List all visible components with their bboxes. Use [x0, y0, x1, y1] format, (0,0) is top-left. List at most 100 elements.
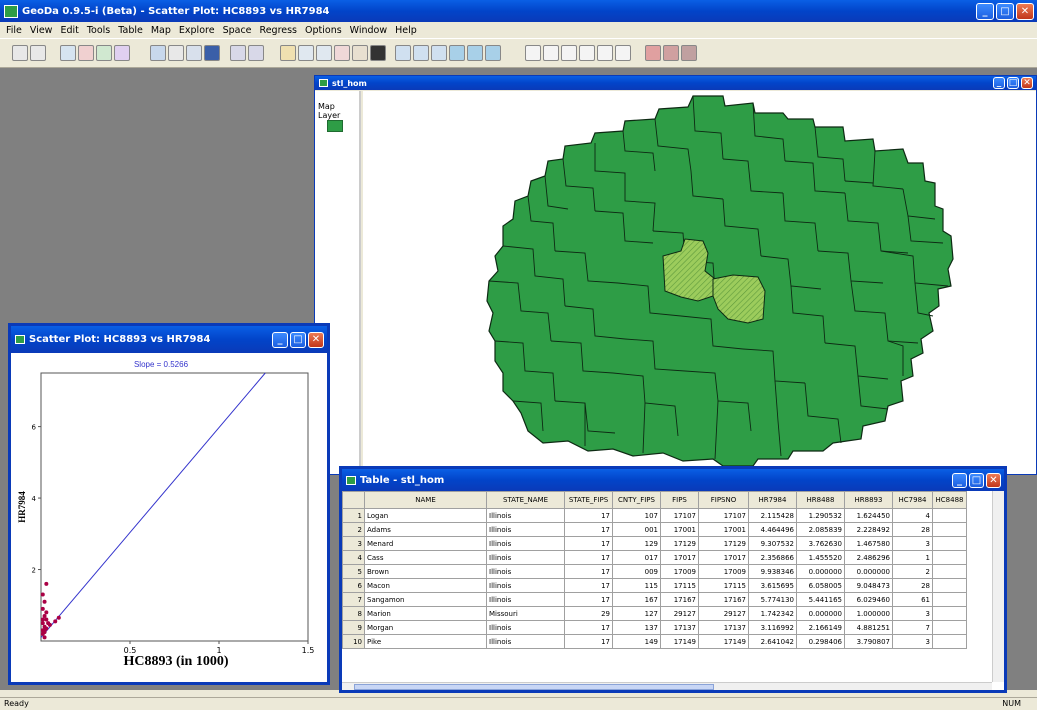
- menu-space[interactable]: Space: [223, 25, 252, 36]
- table-cell[interactable]: 17: [564, 536, 613, 551]
- column-header[interactable]: HC8488: [932, 491, 967, 509]
- table-cell[interactable]: Illinois: [486, 508, 565, 523]
- attribute-table-container[interactable]: NAME STATE_NAME STATE_FIPS CNTY_FIPS FIP…: [342, 491, 992, 682]
- table-cell[interactable]: 009: [612, 564, 661, 579]
- data-point[interactable]: [44, 617, 49, 622]
- table-cell[interactable]: 017: [612, 550, 661, 565]
- menu-tools[interactable]: Tools: [87, 25, 110, 36]
- data-point[interactable]: [53, 619, 58, 624]
- tool-icon-13[interactable]: [413, 45, 429, 61]
- tool-icon-2[interactable]: [96, 45, 112, 61]
- table-cell[interactable]: 2.166149: [796, 620, 845, 635]
- data-point[interactable]: [40, 592, 45, 597]
- menu-view[interactable]: View: [30, 25, 53, 36]
- table-cell[interactable]: 17137: [660, 620, 699, 635]
- map-window-title-bar[interactable]: stl_hom _ □ ✕: [315, 76, 1036, 90]
- table-cell[interactable]: [932, 564, 967, 579]
- county-map[interactable]: [363, 91, 1036, 474]
- open-project-icon[interactable]: [12, 45, 28, 61]
- table-cell[interactable]: 17017: [698, 550, 749, 565]
- table-cell[interactable]: 001: [612, 522, 661, 537]
- data-point[interactable]: [40, 606, 45, 611]
- table-cell[interactable]: 3: [892, 536, 933, 551]
- table-cell[interactable]: 3.615695: [748, 578, 797, 593]
- close-button[interactable]: ✕: [1016, 2, 1034, 20]
- table-cell[interactable]: Macon: [364, 578, 487, 593]
- scatter-plot-area[interactable]: Slope = 0.5266 0.5 1 1.5 6 4 2 HC8893 (in 10…: [11, 353, 327, 682]
- table-cell[interactable]: 17167: [660, 592, 699, 607]
- tool-icon-22[interactable]: [597, 45, 613, 61]
- data-point[interactable]: [42, 635, 47, 640]
- table-cell[interactable]: 17115: [660, 578, 699, 593]
- column-header[interactable]: STATE_NAME: [486, 491, 565, 509]
- table-cell[interactable]: 29: [564, 606, 613, 621]
- menu-edit[interactable]: Edit: [60, 25, 78, 36]
- table-cell[interactable]: 2.641042: [748, 634, 797, 649]
- scatter-icon[interactable]: [298, 45, 314, 61]
- table-icon[interactable]: [150, 45, 166, 61]
- weights-icon[interactable]: [60, 45, 76, 61]
- map-minimize-button[interactable]: _: [993, 77, 1005, 89]
- table-cell[interactable]: Illinois: [486, 536, 565, 551]
- table-cell[interactable]: 17107: [660, 508, 699, 523]
- table-cell[interactable]: [932, 508, 967, 523]
- table-cell[interactable]: 17: [564, 578, 613, 593]
- column-header[interactable]: STATE_FIPS: [564, 491, 613, 509]
- table-row[interactable]: 4 Cass Illinois 17 017 17017 17017 2.356866 1.45…: [342, 550, 967, 565]
- table-cell[interactable]: 2.486296: [844, 550, 893, 565]
- table-cell[interactable]: 137: [612, 620, 661, 635]
- table-cell[interactable]: 2.115428: [748, 508, 797, 523]
- table-cell[interactable]: 3.762630: [796, 536, 845, 551]
- tool-icon-3[interactable]: [114, 45, 130, 61]
- table-horizontal-scroll-thumb[interactable]: [354, 684, 714, 690]
- tool-icon-24[interactable]: [645, 45, 661, 61]
- table-cell[interactable]: 4.464496: [748, 522, 797, 537]
- close-project-icon[interactable]: [30, 45, 46, 61]
- table-cell[interactable]: Cass: [364, 550, 487, 565]
- table-cell[interactable]: 127: [612, 606, 661, 621]
- table-cell[interactable]: 1.624450: [844, 508, 893, 523]
- table-cell[interactable]: 9.048473: [844, 578, 893, 593]
- table-cell[interactable]: Pike: [364, 634, 487, 649]
- scatter-window-title-bar[interactable]: Scatter Plot: HC8893 vs HR7984 _ □ ✕: [11, 326, 327, 353]
- data-point[interactable]: [44, 581, 49, 586]
- table-cell[interactable]: 1.455520: [796, 550, 845, 565]
- table-cell[interactable]: 17149: [660, 634, 699, 649]
- table-cell[interactable]: 17129: [698, 536, 749, 551]
- table-body[interactable]: 1 Logan Illinois 17 107 17107 17107 2.115428 1.2…: [342, 508, 967, 649]
- table-cell[interactable]: 4: [892, 508, 933, 523]
- tool-icon-14[interactable]: [431, 45, 447, 61]
- tool-icon-18[interactable]: [525, 45, 541, 61]
- table-vertical-scrollbar[interactable]: [992, 491, 1004, 682]
- scatter-chart[interactable]: Slope = 0.5266 0.5 1 1.5 6 4 2 HC8893 (in 10…: [11, 353, 327, 682]
- menu-window[interactable]: Window: [350, 25, 387, 36]
- tool-icon-15[interactable]: [449, 45, 465, 61]
- table-cell[interactable]: Illinois: [486, 578, 565, 593]
- table-cell[interactable]: [932, 634, 967, 649]
- tool-icon-7[interactable]: [230, 45, 246, 61]
- table-cell[interactable]: 17107: [698, 508, 749, 523]
- attribute-table[interactable]: NAME STATE_NAME STATE_FIPS CNTY_FIPS FIP…: [342, 491, 967, 649]
- table-cell[interactable]: 9.307532: [748, 536, 797, 551]
- menu-table[interactable]: Table: [118, 25, 143, 36]
- tool-icon-19[interactable]: [543, 45, 559, 61]
- menu-file[interactable]: File: [6, 25, 22, 36]
- table-cell[interactable]: [932, 522, 967, 537]
- table-cell[interactable]: 107: [612, 508, 661, 523]
- table-cell[interactable]: 17009: [698, 564, 749, 579]
- table-cell[interactable]: Brown: [364, 564, 487, 579]
- table-cell[interactable]: Adams: [364, 522, 487, 537]
- column-header[interactable]: CNTY_FIPS: [612, 491, 661, 509]
- map-window[interactable]: stl_hom _ □ ✕ Map Layer: [314, 75, 1037, 475]
- table-cell[interactable]: 17149: [698, 634, 749, 649]
- table-row[interactable]: 3 Menard Illinois 17 129 17129 17129 9.307532 3.…: [342, 536, 967, 551]
- column-header[interactable]: HR8893: [844, 491, 893, 509]
- tool-icon-1[interactable]: [78, 45, 94, 61]
- data-point[interactable]: [56, 615, 61, 620]
- tool-icon-5[interactable]: [186, 45, 202, 61]
- table-cell[interactable]: 129: [612, 536, 661, 551]
- table-cell[interactable]: 29127: [698, 606, 749, 621]
- table-cell[interactable]: Illinois: [486, 550, 565, 565]
- table-cell[interactable]: Illinois: [486, 564, 565, 579]
- table-cell[interactable]: Menard: [364, 536, 487, 551]
